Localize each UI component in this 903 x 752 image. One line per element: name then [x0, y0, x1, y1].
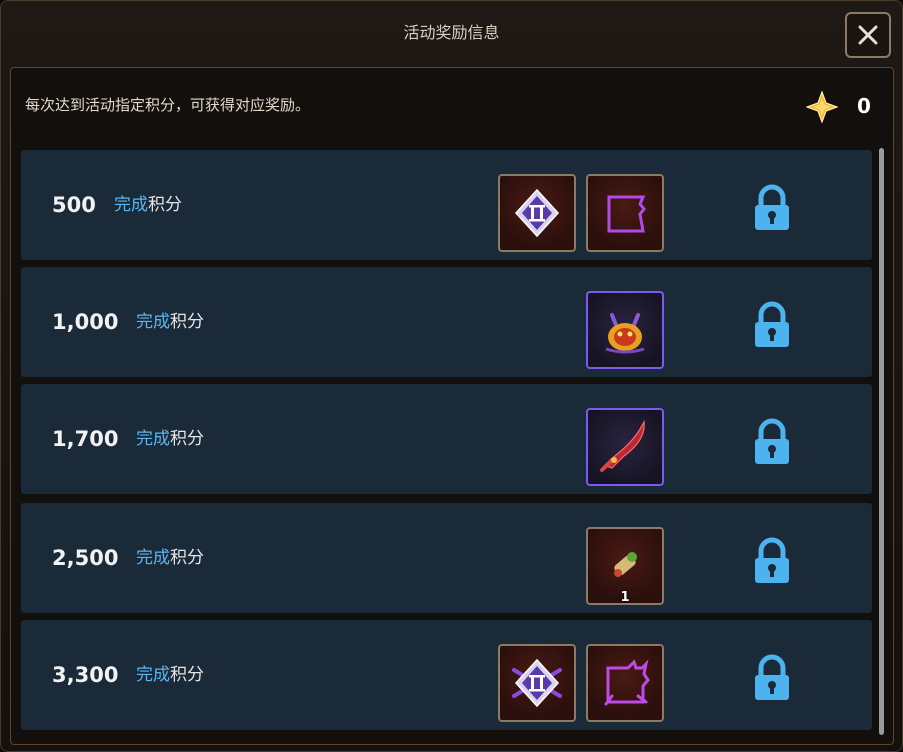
reward-row: 1,700 完成积分	[21, 384, 872, 494]
star-points-icon	[806, 91, 838, 123]
score-threshold: 1,000	[52, 310, 119, 334]
score-threshold: 1,700	[52, 427, 119, 451]
complete-points-label: 完成积分	[136, 503, 204, 613]
reward-item-mask[interactable]	[586, 291, 664, 369]
points-text: 积分	[170, 548, 204, 568]
scrollbar[interactable]	[879, 148, 884, 735]
reward-row: 500 完成积分	[21, 150, 872, 260]
complete-points-label: 完成积分	[136, 267, 204, 377]
info-text: 每次达到活动指定积分，可获得对应奖励。	[25, 96, 311, 114]
reward-item-rank-badge[interactable]	[498, 174, 576, 252]
lock-icon	[755, 184, 789, 230]
score-threshold: 2,500	[52, 546, 119, 570]
reward-item-scroll[interactable]: 1	[586, 527, 664, 605]
score-threshold: 500	[52, 193, 96, 217]
complete-text: 完成	[136, 548, 170, 568]
rank-2-badge-icon	[514, 188, 560, 238]
reward-item-flame-frame[interactable]	[586, 644, 664, 722]
points-text: 积分	[170, 312, 204, 332]
rank-2-winged-badge-icon	[512, 658, 562, 708]
points-text: 积分	[148, 195, 182, 215]
complete-text: 完成	[136, 312, 170, 332]
points-text: 积分	[170, 429, 204, 449]
lock-icon	[755, 537, 789, 583]
window-title: 活动奖励信息	[403, 23, 500, 42]
purple-frame-icon	[607, 195, 646, 233]
reward-item-blade[interactable]	[586, 408, 664, 486]
complete-points-label: 完成积分	[114, 150, 182, 260]
crimson-blade-icon	[600, 419, 645, 472]
complete-text: 完成	[136, 429, 170, 449]
complete-text: 完成	[114, 195, 148, 215]
reward-row: 3,300 完成积分	[21, 620, 872, 730]
lock-icon	[755, 301, 789, 347]
lock-icon	[755, 418, 789, 464]
complete-points-label: 完成积分	[136, 384, 204, 494]
points-value: 0	[857, 94, 871, 118]
complete-text: 完成	[136, 665, 170, 685]
reward-item-winged-badge[interactable]	[498, 644, 576, 722]
close-button[interactable]	[845, 12, 891, 58]
points-text: 积分	[170, 665, 204, 685]
reward-row: 2,500 完成积分 1	[21, 503, 872, 613]
flame-frame-icon	[604, 659, 650, 706]
reward-row: 1,000 完成积分	[21, 267, 872, 377]
demon-mask-icon	[605, 313, 645, 354]
lock-icon	[755, 654, 789, 700]
item-quantity: 1	[620, 590, 630, 605]
close-icon	[858, 25, 878, 45]
score-threshold: 3,300	[52, 663, 119, 687]
reward-item-frame[interactable]	[586, 174, 664, 252]
complete-points-label: 完成积分	[136, 620, 204, 730]
